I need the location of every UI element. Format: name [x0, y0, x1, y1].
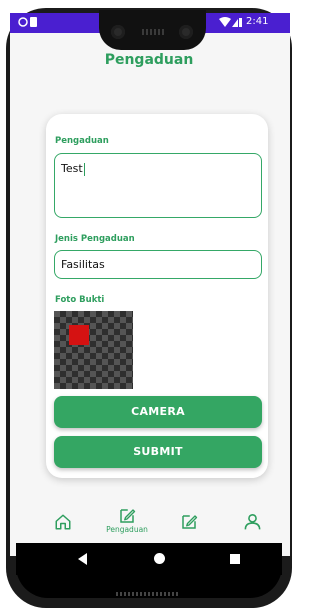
pengaduan-label: Pengaduan: [55, 136, 109, 146]
camera-notch: [99, 10, 206, 50]
submit-button[interactable]: SUBMIT: [54, 436, 262, 468]
home-button-icon[interactable]: [154, 553, 165, 564]
recents-icon[interactable]: [230, 554, 240, 564]
person-icon: [244, 513, 260, 530]
status-left-icons: [18, 17, 37, 27]
edit-icon: [182, 515, 198, 529]
page-title: Pengaduan: [104, 52, 194, 68]
nav-profile[interactable]: [241, 512, 263, 531]
front-camera-right: [179, 25, 193, 39]
clock: 2:41: [246, 16, 269, 27]
jenis-pengaduan-label: Jenis Pengaduan: [55, 234, 135, 244]
nav-pengaduan-label: Pengaduan: [106, 525, 148, 534]
jenis-pengaduan-value: Fasilitas: [61, 258, 105, 271]
front-camera-left: [111, 25, 125, 39]
jenis-pengaduan-field[interactable]: Fasilitas: [54, 250, 262, 279]
back-icon[interactable]: [78, 553, 87, 565]
pengaduan-value: Test: [61, 162, 83, 175]
nav-pengaduan[interactable]: Pengaduan: [100, 507, 154, 534]
android-nav-bar: [16, 543, 282, 575]
text-cursor: [83, 162, 85, 176]
bottom-speaker: [116, 592, 180, 596]
nav-edit[interactable]: [178, 513, 200, 531]
foto-bukti-label: Foto Bukti: [55, 295, 105, 305]
nav-home[interactable]: [52, 513, 74, 531]
photo-subject: [69, 325, 89, 345]
notification-icons: [18, 16, 38, 30]
home-icon: [55, 514, 71, 530]
earpiece: [142, 29, 164, 35]
camera-button[interactable]: CAMERA: [54, 396, 262, 428]
wifi-signal-battery-icons: [219, 17, 242, 27]
system-icons: [218, 16, 242, 30]
pengaduan-textarea[interactable]: Test: [54, 153, 262, 218]
edit-icon: [120, 509, 136, 523]
photo-preview: [54, 311, 133, 389]
bottom-navigation: Pengaduan: [16, 503, 282, 543]
